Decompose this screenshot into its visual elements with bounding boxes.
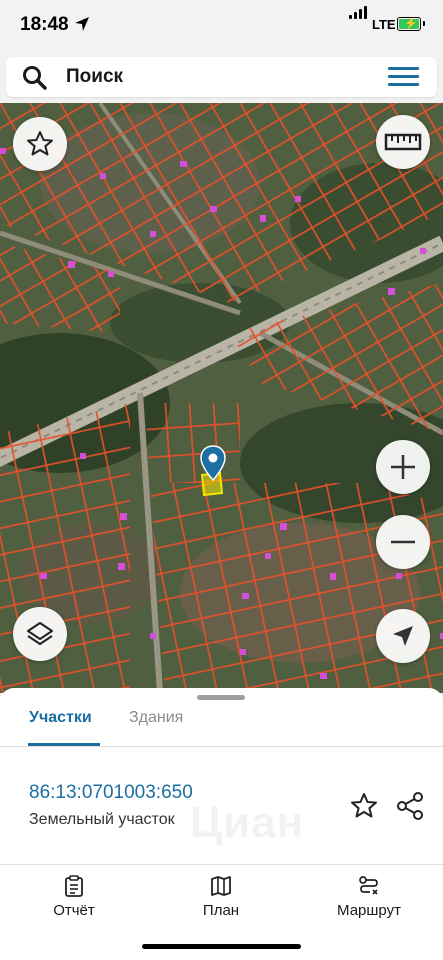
parcel-type-label: Земельный участок (29, 811, 175, 828)
star-icon[interactable] (349, 791, 379, 821)
layers-button[interactable] (13, 607, 67, 661)
nav-report[interactable]: Отчёт (44, 875, 104, 919)
divider (0, 864, 443, 865)
map-plan-icon (211, 876, 231, 896)
star-outline-icon (27, 131, 53, 156)
nav-plan-label: План (202, 902, 240, 919)
bottom-sheet: Участки Здания Циан 86:13:0701003:650 Зе… (0, 688, 443, 960)
zoom-out-button[interactable] (376, 515, 430, 569)
plus-icon (391, 455, 415, 479)
ruler-button[interactable] (376, 115, 430, 169)
nav-plan[interactable]: План (191, 875, 251, 919)
layers-icon (27, 622, 53, 645)
search-input[interactable]: Поиск (66, 66, 123, 88)
battery-icon: ⚡ (397, 17, 425, 31)
cadastral-number-link[interactable]: 86:13:0701003:650 (29, 782, 193, 804)
search-bar[interactable]: Поиск (6, 57, 437, 97)
status-bar: 18:48 LTE ⚡ (0, 0, 443, 52)
map-marker-icon[interactable] (200, 445, 226, 481)
navigation-arrow-icon (393, 626, 413, 646)
network-label: LTE (372, 17, 396, 32)
my-location-button[interactable] (376, 609, 430, 663)
map-canvas[interactable] (0, 103, 443, 693)
location-arrow-icon (75, 17, 89, 31)
nav-report-label: Отчёт (53, 902, 95, 919)
favorite-star-button[interactable] (13, 117, 67, 171)
minus-icon (391, 540, 415, 544)
status-time: 18:48 (20, 14, 69, 35)
nav-route[interactable]: Маршрут (328, 875, 410, 919)
report-icon (65, 875, 83, 897)
menu-icon[interactable] (388, 67, 419, 87)
zoom-in-button[interactable] (376, 440, 430, 494)
tab-parcels[interactable]: Участки (29, 709, 92, 727)
sheet-drag-handle[interactable] (197, 695, 245, 700)
search-icon (23, 66, 47, 90)
share-icon[interactable] (395, 791, 425, 821)
nav-route-label: Маршрут (337, 902, 401, 919)
watermark-logo: Циан (190, 798, 305, 847)
route-icon (359, 876, 378, 895)
home-indicator (142, 944, 301, 949)
ruler-icon (384, 133, 422, 151)
divider (0, 746, 443, 747)
tab-buildings[interactable]: Здания (129, 709, 183, 727)
satellite-map[interactable] (0, 103, 443, 693)
